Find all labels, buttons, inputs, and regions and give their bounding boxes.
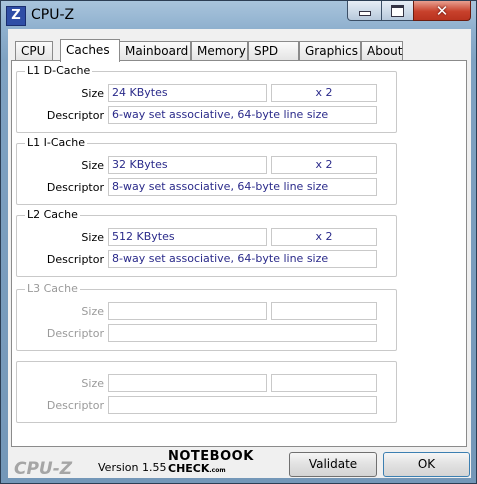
descriptor-label: Descriptor bbox=[46, 109, 104, 122]
cpu-z-window: Z CPU-Z ✕ CPU Caches Mainboard Memory SP… bbox=[0, 0, 477, 484]
l2-size-field: 512 KBytes bbox=[108, 228, 267, 246]
cpu-z-logo: CPU-Z bbox=[14, 459, 73, 479]
l1-d-descriptor-field: 6-way set associative, 64-byte line size bbox=[108, 106, 377, 124]
minimize-button[interactable] bbox=[347, 1, 382, 21]
tab-about[interactable]: About bbox=[361, 41, 403, 61]
l2-descriptor-field: 8-way set associative, 64-byte line size bbox=[108, 250, 377, 268]
l3-descriptor-field bbox=[108, 324, 377, 342]
tab-mainboard[interactable]: Mainboard bbox=[119, 41, 191, 61]
cpu-z-app-icon: Z bbox=[6, 6, 26, 26]
group-title: L1 D-Cache bbox=[25, 64, 93, 77]
maximize-icon bbox=[391, 4, 404, 17]
size-label: Size bbox=[81, 377, 104, 390]
descriptor-label: Descriptor bbox=[46, 181, 104, 194]
l1-d-count-field: x 2 bbox=[271, 84, 377, 102]
descriptor-label: Descriptor bbox=[46, 253, 104, 266]
notebookcheck-watermark: NOTEBOOK CHECK.com bbox=[168, 450, 254, 477]
extra-count-field bbox=[271, 374, 377, 392]
l1-i-cache-group: L1 I-Cache Size 32 KBytes x 2 Descriptor… bbox=[16, 136, 397, 205]
tab-caches[interactable]: Caches bbox=[60, 39, 120, 62]
l1-i-descriptor-field: 8-way set associative, 64-byte line size bbox=[108, 178, 377, 196]
l1-d-cache-group: L1 D-Cache Size 24 KBytes x 2 Descriptor… bbox=[16, 64, 397, 133]
l3-size-field bbox=[108, 302, 267, 320]
group-title: L3 Cache bbox=[25, 282, 80, 295]
descriptor-label: Descriptor bbox=[46, 399, 104, 412]
title-bar[interactable]: Z CPU-Z ✕ bbox=[1, 1, 476, 29]
l3-cache-group: L3 Cache Size Descriptor bbox=[16, 282, 397, 351]
extra-descriptor-field bbox=[108, 396, 377, 414]
tab-spd[interactable]: SPD bbox=[248, 41, 299, 61]
close-button[interactable]: ✕ bbox=[413, 1, 471, 21]
extra-cache-group: Size Descriptor bbox=[16, 361, 397, 423]
l1-i-size-field: 32 KBytes bbox=[108, 156, 267, 174]
tab-graphics[interactable]: Graphics bbox=[299, 41, 361, 61]
extra-size-field bbox=[108, 374, 267, 392]
l1-d-size-field: 24 KBytes bbox=[108, 84, 267, 102]
l1-i-count-field: x 2 bbox=[271, 156, 377, 174]
size-label: Size bbox=[81, 305, 104, 318]
size-label: Size bbox=[81, 231, 104, 244]
l2-cache-group: L2 Cache Size 512 KBytes x 2 Descriptor … bbox=[16, 208, 397, 277]
watermark-line-2: CHECK.com bbox=[168, 463, 254, 477]
l2-count-field: x 2 bbox=[271, 228, 377, 246]
ok-button[interactable]: OK bbox=[383, 452, 470, 477]
l3-count-field bbox=[271, 302, 377, 320]
maximize-button[interactable] bbox=[381, 1, 414, 21]
version-label: Version 1.55 bbox=[98, 461, 167, 474]
descriptor-label: Descriptor bbox=[46, 327, 104, 340]
tab-cpu[interactable]: CPU bbox=[15, 41, 53, 61]
footer-bar: CPU-Z Version 1.55 NOTEBOOK CHECK.com Va… bbox=[8, 448, 471, 479]
minimize-icon bbox=[358, 11, 371, 16]
group-title: L2 Cache bbox=[25, 208, 80, 221]
close-icon: ✕ bbox=[435, 1, 449, 20]
watermark-suffix: .com bbox=[209, 467, 226, 474]
size-label: Size bbox=[81, 159, 104, 172]
tab-memory[interactable]: Memory bbox=[191, 41, 248, 61]
caches-panel: L1 D-Cache Size 24 KBytes x 2 Descriptor… bbox=[11, 60, 467, 447]
client-area: CPU Caches Mainboard Memory SPD Graphics… bbox=[8, 29, 471, 479]
validate-button[interactable]: Validate bbox=[289, 452, 377, 477]
size-label: Size bbox=[81, 87, 104, 100]
window-title: CPU-Z bbox=[31, 7, 75, 23]
group-title: L1 I-Cache bbox=[25, 136, 88, 149]
watermark-check: CHECK bbox=[168, 462, 210, 475]
